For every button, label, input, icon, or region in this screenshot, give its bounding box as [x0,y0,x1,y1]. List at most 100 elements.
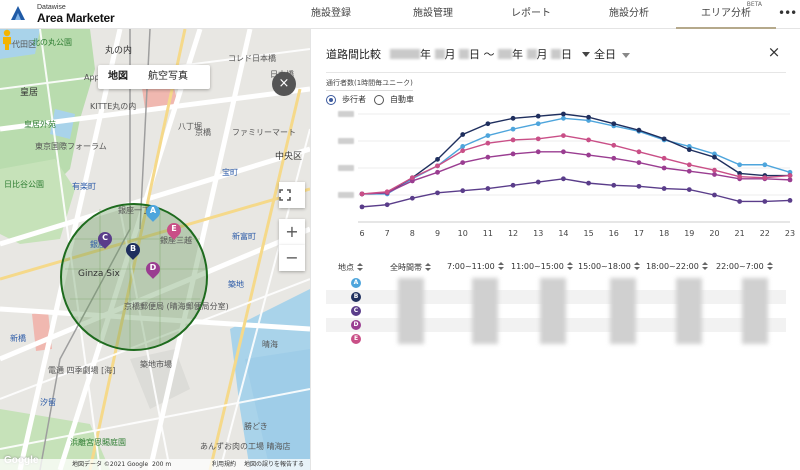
beta-badge: BETA [746,1,762,8]
zoom-in-button[interactable]: + [279,219,305,245]
col-header-afternoon[interactable]: 15:00~18:00 [578,262,640,276]
chart-point-a [762,162,768,168]
chart-x-tick-label: 21 [735,229,745,238]
chart-point-d [661,165,667,171]
chart-point-e [762,175,768,181]
chart-point-d [787,177,793,183]
map-label: 築地 [228,280,244,289]
nav-report[interactable]: レポート [500,0,562,29]
chart-point-e [661,155,667,161]
chart-point-c [762,199,768,204]
map-data-credit[interactable]: 地図データ ©2021 Google [72,459,148,470]
map-pin-c[interactable]: C [95,229,115,250]
map-pin-d[interactable]: D [143,259,163,280]
chart-x-tick-label: 18 [659,229,669,238]
map-label: 東京国際フォーラム [35,142,107,151]
chart-x-tick-label: 14 [558,229,568,238]
nav-facility-manage[interactable]: 施設管理 [402,0,464,29]
map-view[interactable]: 千代田区 北の丸公園 丸の内 東京 皇居 皇居外苑 Apple 丸の内 KITT… [0,29,310,470]
map-label: 新橋 [10,334,26,343]
fullscreen-icon[interactable] [279,182,305,208]
sort-icon [766,262,773,271]
chart-point-c [611,182,617,188]
chart-point-d [535,149,541,155]
terms-link[interactable]: 利用規約 [212,459,236,470]
col-header-text: 18:00~22:00 [646,262,699,271]
col-header-morning[interactable]: 7:00~11:00 [447,262,504,276]
date-text: 月 [536,48,548,61]
chart-point-d [611,155,617,161]
chart-point-d [636,160,642,165]
redacted-values [540,278,566,344]
chart-point-d [510,151,516,157]
date-range-select[interactable]: 年 月 日 〜 年 月 日 [390,46,590,62]
map-label: 八丁堀 [178,122,202,131]
report-error-link[interactable]: 地図の誤りを報告する [244,459,304,470]
redacted-month [526,49,537,59]
chart-x-tick-label: 22 [760,229,770,238]
redacted-year [498,49,512,59]
nav-area-analysis[interactable]: BETA エリア分析 [676,0,776,29]
redacted-values [610,278,636,344]
map-label: 有楽町 [72,182,96,191]
chart-point-b [712,154,717,160]
redacted-day [459,49,469,59]
map-label: 丸の内 [105,46,133,56]
sort-icon [497,262,504,271]
chart-x-tick-label: 23 [785,229,795,238]
map-pin-a[interactable]: A [143,202,163,223]
col-header-text: 15:00~18:00 [578,262,631,271]
street-view-pegman-icon[interactable] [0,29,14,51]
map-type-aerial[interactable]: 航空写真 [138,65,198,89]
redacted-y-tick [338,165,354,171]
col-header-midday[interactable]: 11:00~15:00 [511,262,573,276]
logo-product: Area Marketer [37,11,115,25]
map-label: あんずお肉の工場 晴海店 [200,442,291,451]
redacted-y-tick [338,138,354,144]
day-select[interactable]: 全日 [594,46,630,62]
map-close-button[interactable]: × [272,72,296,96]
map-scale[interactable]: 200 m [152,459,171,470]
col-header-location[interactable]: 地点 [338,262,363,276]
chart-point-a [510,126,516,132]
col-header-text: 7:00~11:00 [447,262,495,271]
chart-point-d [460,160,466,165]
col-header-evening[interactable]: 18:00~22:00 [646,262,708,276]
col-header-all[interactable]: 全時間帯 [390,262,431,276]
traffic-line-chart: 6 7 8 9 10 11 12 13 14 15 16 17 18 19 20 21 22 23 [338,111,795,238]
chart-point-b [510,115,516,121]
nav-label: レポート [511,8,551,19]
map-label: 汐留 [40,398,56,407]
chart-point-d [561,149,566,155]
zoom-out-button[interactable]: − [279,245,305,271]
chart-x-tick-label: 17 [634,229,644,238]
chart-point-a [460,144,466,149]
close-icon[interactable]: × [766,44,782,60]
map-pin-e[interactable]: E [164,220,184,241]
chart-point-c [712,192,717,198]
col-header-text: 22:00~7:00 [716,262,764,271]
chart-point-b [661,136,667,142]
more-horiz-icon[interactable]: ••• [778,6,797,22]
chart-point-e [586,137,591,143]
map-label: 皇居外苑 [24,120,56,129]
map-type-map[interactable]: 地図 [98,65,138,89]
metric-label: 通行者数(1時間毎ユニーク) [326,78,413,91]
chart-point-e [384,189,390,195]
map-label: 勝どき [244,422,268,431]
sort-icon [633,262,640,271]
redacted-year [390,49,420,59]
panel-divider [310,29,311,470]
map-label: ファミリーマート [232,128,296,137]
chart-point-c [636,183,642,189]
redacted-values [472,278,498,344]
chart-point-e [510,137,516,143]
map-label: Ginza Six [78,269,120,279]
chart-point-b [435,156,440,162]
map-label: 中央区 [275,152,303,162]
col-header-night[interactable]: 22:00~7:00 [716,262,773,276]
redacted-month [434,49,445,59]
nav-facility-analysis[interactable]: 施設分析 [598,0,660,29]
map-pin-b[interactable]: B [123,240,143,261]
nav-facility-register[interactable]: 施設登録 [300,0,362,29]
